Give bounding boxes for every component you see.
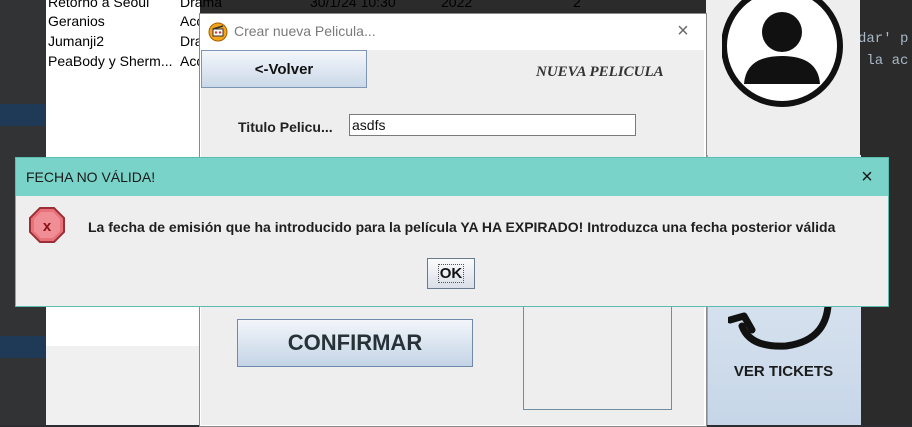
clapperboard-icon [208,22,228,42]
movie-count-cell: 2 [573,0,581,10]
movie-year-cell: 2022 [441,0,473,10]
ok-button-label: OK [437,264,465,283]
ide-gutter-marker [0,104,46,126]
movie-list-footer [46,346,200,425]
view-tickets-label: VER TICKETS [733,363,834,380]
movie-title-input[interactable] [349,114,636,136]
poster-preview-box[interactable] [523,306,672,410]
movie-title-cell: PeaBody y Sherm... [48,53,173,69]
user-avatar-icon[interactable] [721,0,856,108]
create-window-title: Crear nueva Pelicula... [234,23,376,39]
ide-gutter-marker [0,336,46,358]
movie-title-cell: Geranios [48,13,105,29]
ide-code-line: la ac [858,53,909,69]
create-window-close-icon[interactable]: × [672,20,694,42]
movie-title-cell: Retorno a Seoul [48,0,150,10]
movie-title-label: Titulo Pelicu... [238,119,333,135]
ok-button[interactable]: OK [427,258,475,289]
back-button[interactable]: <-Volver [201,50,367,88]
form-heading: NUEVA PELICULA [536,64,664,80]
error-octagon-icon: x [28,206,66,244]
error-dialog-close-icon[interactable]: × [855,165,879,189]
error-icon-glyph: x [43,218,52,235]
ide-code-snippet: dar' p la ac [858,28,908,72]
movie-genre-cell: Drama [180,0,223,10]
error-dialog-message: La fecha de emisión que ha introducido p… [88,219,836,235]
confirm-button[interactable]: CONFIRMAR [237,319,473,367]
movie-datetime-cell: 30/1/24 10:30 [310,0,396,10]
ide-code-line: dar' p [858,31,909,47]
movie-title-cell: Jumanji2 [48,33,105,49]
error-dialog-title: FECHA NO VÁLIDA! [26,169,156,185]
